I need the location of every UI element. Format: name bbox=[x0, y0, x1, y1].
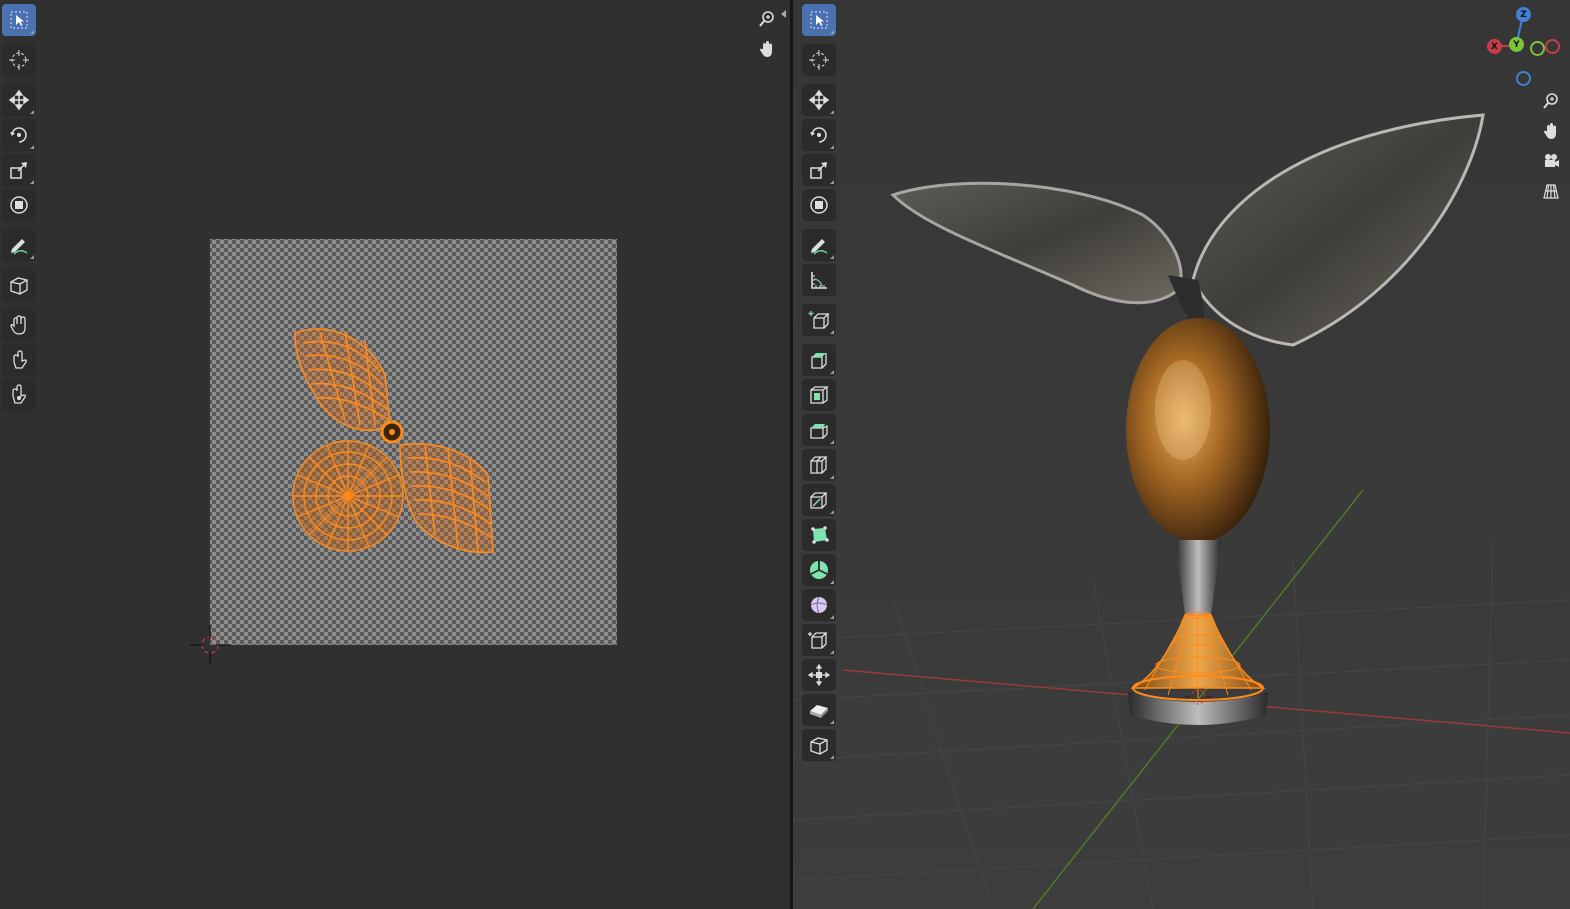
bevel-tool[interactable] bbox=[802, 414, 836, 446]
inset-icon bbox=[810, 386, 829, 404]
uv-pinch-tool[interactable] bbox=[2, 379, 36, 411]
poly-build-icon bbox=[811, 526, 829, 544]
cursor-icon bbox=[810, 11, 828, 29]
gizmo-y-axis[interactable]: Y bbox=[1509, 37, 1524, 52]
uv-select-box-tool[interactable] bbox=[2, 4, 36, 36]
uv-annotate-tool[interactable] bbox=[2, 229, 36, 261]
add-cube-icon bbox=[808, 311, 830, 329]
extrude-tool[interactable] bbox=[802, 344, 836, 376]
knife-icon bbox=[810, 492, 828, 509]
uv-move-tool[interactable] bbox=[2, 84, 36, 116]
shear-icon bbox=[810, 705, 828, 718]
shear-tool[interactable] bbox=[802, 694, 836, 726]
3d-toolbar bbox=[802, 4, 836, 764]
viewport-perspective-button[interactable] bbox=[1538, 178, 1564, 204]
measure-icon bbox=[811, 272, 827, 289]
scale-icon bbox=[10, 162, 27, 179]
uv-grab-tool[interactable] bbox=[2, 309, 36, 341]
annotate-tool[interactable] bbox=[802, 229, 836, 261]
loop-cut-icon bbox=[810, 456, 828, 474]
edge-slide-icon bbox=[808, 632, 828, 649]
transform-tool[interactable] bbox=[802, 189, 836, 221]
bevel-icon bbox=[810, 424, 828, 439]
camera-icon bbox=[1545, 154, 1559, 167]
add-cube-tool[interactable] bbox=[802, 304, 836, 336]
uv-relax-tool[interactable] bbox=[2, 344, 36, 376]
move-icon bbox=[8, 89, 30, 111]
pinch-icon bbox=[12, 384, 26, 404]
poly-build-tool[interactable] bbox=[802, 519, 836, 551]
scale-tool[interactable] bbox=[802, 154, 836, 186]
zoom-icon bbox=[1543, 93, 1558, 109]
cursor-target-icon bbox=[809, 50, 829, 70]
measure-tool[interactable] bbox=[802, 264, 836, 296]
rip-icon bbox=[10, 277, 28, 295]
move-icon bbox=[808, 89, 830, 111]
uv-editor[interactable] bbox=[0, 0, 790, 909]
viewport-zoom-button[interactable] bbox=[1538, 88, 1564, 114]
uv-scale-tool[interactable] bbox=[2, 154, 36, 186]
loop-cut-tool[interactable] bbox=[802, 449, 836, 481]
transform-icon bbox=[10, 196, 28, 214]
spin-icon bbox=[810, 561, 828, 579]
uv-transform-tool[interactable] bbox=[2, 189, 36, 221]
navigation-gizmo[interactable]: Z Y X bbox=[1483, 4, 1563, 89]
uv-toolbar bbox=[2, 4, 36, 414]
viewport-canvas[interactable] bbox=[793, 0, 1570, 909]
shrink-fatten-icon bbox=[808, 664, 830, 686]
extrude-icon bbox=[811, 353, 827, 369]
pan-hand-icon bbox=[1544, 123, 1556, 139]
uv-island-circle bbox=[292, 440, 404, 552]
cursor-tool[interactable] bbox=[802, 44, 836, 76]
viewport-pan-button[interactable] bbox=[1538, 118, 1564, 144]
scale-icon bbox=[810, 162, 827, 179]
zoom-icon bbox=[759, 11, 774, 27]
grid-icon bbox=[1543, 184, 1559, 199]
rip-region-icon bbox=[810, 737, 828, 755]
annotate-icon bbox=[811, 239, 828, 255]
gizmo-neg-z-axis[interactable] bbox=[1516, 71, 1531, 86]
grab-hand-icon bbox=[10, 315, 26, 335]
shrink-fatten-tool[interactable] bbox=[802, 659, 836, 691]
uv-canvas[interactable] bbox=[0, 0, 790, 909]
rotate-icon bbox=[10, 127, 27, 143]
smooth-icon bbox=[810, 596, 828, 614]
uv-pan-button[interactable] bbox=[754, 36, 780, 62]
spin-tool[interactable] bbox=[802, 554, 836, 586]
edge-slide-tool[interactable] bbox=[802, 624, 836, 656]
uv-rip-tool[interactable] bbox=[2, 269, 36, 301]
transform-icon bbox=[810, 196, 828, 214]
uv-cursor-tool[interactable] bbox=[2, 44, 36, 76]
uv-checker-texture bbox=[210, 239, 617, 645]
gizmo-z-axis[interactable]: Z bbox=[1516, 7, 1531, 22]
uv-region-collapse-arrow[interactable] bbox=[781, 10, 786, 18]
rotate-tool[interactable] bbox=[802, 119, 836, 151]
viewport-camera-button[interactable] bbox=[1538, 148, 1564, 174]
knife-tool[interactable] bbox=[802, 484, 836, 516]
rip-region-tool[interactable] bbox=[802, 729, 836, 761]
uv-zoom-button[interactable] bbox=[754, 6, 780, 32]
inset-tool[interactable] bbox=[802, 379, 836, 411]
smooth-tool[interactable] bbox=[802, 589, 836, 621]
gizmo-neg-y-axis[interactable] bbox=[1530, 41, 1545, 56]
gizmo-x-axis[interactable]: X bbox=[1487, 39, 1502, 54]
move-tool[interactable] bbox=[802, 84, 836, 116]
cursor-target-icon bbox=[9, 50, 29, 70]
uv-rotate-tool[interactable] bbox=[2, 119, 36, 151]
uv-island-ring bbox=[380, 420, 404, 444]
gizmo-neg-x-axis[interactable] bbox=[1545, 39, 1560, 54]
relax-icon bbox=[13, 350, 27, 369]
rotate-icon bbox=[810, 127, 827, 143]
cursor-icon bbox=[10, 11, 28, 29]
pan-hand-icon bbox=[760, 41, 772, 57]
annotate-icon bbox=[11, 239, 28, 255]
3d-viewport[interactable]: Z Y X bbox=[793, 0, 1570, 909]
select-box-tool[interactable] bbox=[802, 4, 836, 36]
